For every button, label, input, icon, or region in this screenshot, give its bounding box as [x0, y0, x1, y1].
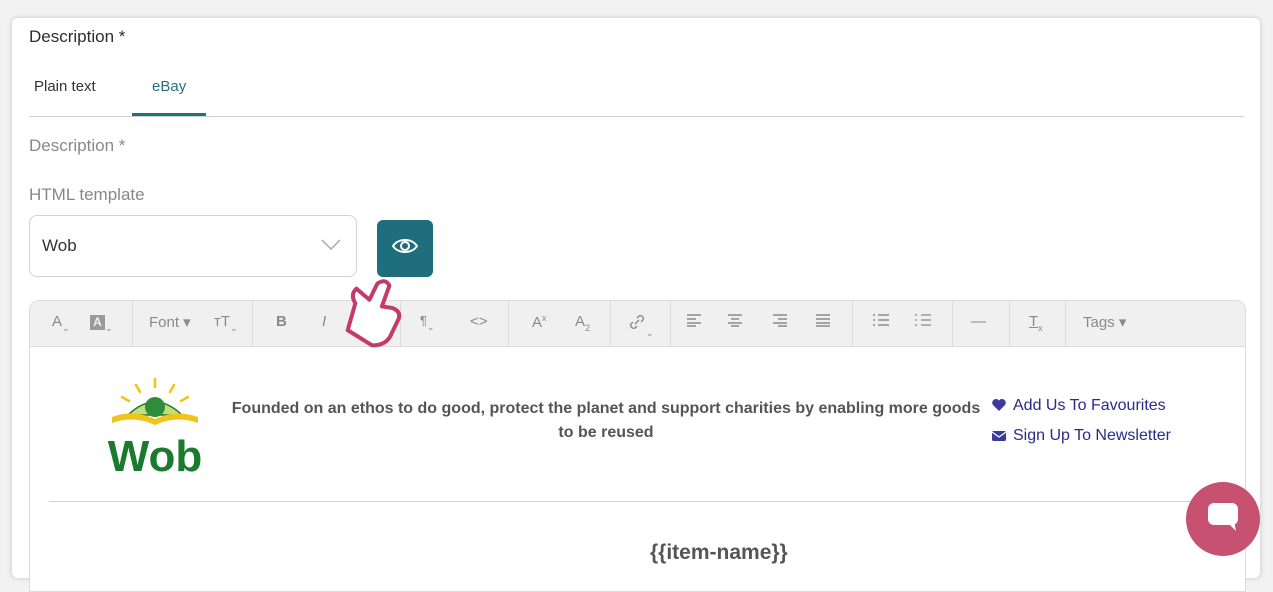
wob-logo: Wob	[98, 377, 213, 482]
content-divider	[49, 501, 1199, 502]
add-to-favourites-link[interactable]: Add Us To Favourites	[991, 397, 1166, 415]
newsletter-signup-link[interactable]: Sign Up To Newsletter	[991, 427, 1171, 445]
heart-icon	[992, 399, 1006, 411]
subscript-button[interactable]: A2	[575, 313, 590, 333]
chat-bubble-icon	[1206, 501, 1240, 538]
eye-icon	[391, 236, 419, 261]
superscript-button[interactable]: Ax	[532, 313, 547, 331]
editor-toolbar: A⌄ A ⌄ Font ▾ тT⌄ B I U ¶⌄ <> Ax A2 ⌄ — …	[30, 301, 1245, 347]
item-name-placeholder: {{item-name}}	[650, 541, 788, 564]
horizontal-rule-button[interactable]: —	[971, 313, 986, 330]
rich-text-editor[interactable]: A⌄ A ⌄ Font ▾ тT⌄ B I U ¶⌄ <> Ax A2 ⌄ — …	[29, 300, 1246, 592]
link-icon[interactable]: ⌄	[628, 313, 654, 339]
editor-content[interactable]: Wob Founded on an ethos to do good, prot…	[30, 347, 1245, 591]
font-color-button[interactable]: A⌄	[52, 313, 70, 334]
preview-template-button[interactable]	[377, 220, 433, 277]
italic-button[interactable]: I	[322, 313, 326, 330]
svg-text:Wob: Wob	[108, 432, 203, 477]
ordered-list-icon[interactable]	[914, 313, 932, 331]
html-template-label: HTML template	[29, 185, 145, 204]
align-right-icon[interactable]	[772, 313, 788, 331]
chat-launcher-button[interactable]	[1186, 482, 1260, 556]
align-justify-icon[interactable]	[815, 313, 831, 331]
active-tab-indicator	[132, 113, 206, 116]
font-size-button[interactable]: тT⌄	[214, 313, 238, 334]
font-family-dropdown[interactable]: Font ▾	[149, 313, 191, 331]
clear-format-button[interactable]: Tx	[1029, 313, 1043, 333]
tab-ebay[interactable]: eBay	[152, 78, 186, 95]
store-tagline: Founded on an ethos to do good, protect …	[231, 400, 981, 441]
description-tabs: Plain text eBay	[29, 68, 1244, 117]
unordered-list-icon[interactable]	[872, 313, 890, 331]
chevron-down-icon	[320, 238, 342, 257]
paragraph-button[interactable]: ¶⌄	[420, 313, 435, 333]
underline-icon[interactable]: U	[363, 313, 374, 330]
code-view-button[interactable]: <>	[470, 313, 488, 330]
background-color-button[interactable]: A ⌄	[90, 313, 113, 334]
align-center-icon[interactable]	[727, 313, 743, 331]
bold-button[interactable]: B	[276, 313, 287, 330]
description-panel: Description * Plain text eBay Descriptio…	[12, 18, 1260, 592]
section-title: Description *	[29, 27, 126, 46]
html-template-select-value: Wob	[42, 236, 77, 255]
tags-dropdown[interactable]: Tags ▾	[1083, 313, 1126, 331]
html-template-select[interactable]: Wob	[29, 215, 357, 277]
tab-plain-text[interactable]: Plain text	[34, 78, 96, 95]
envelope-icon	[991, 431, 1007, 441]
align-left-icon[interactable]	[686, 313, 702, 331]
description-label: Description *	[29, 136, 126, 155]
